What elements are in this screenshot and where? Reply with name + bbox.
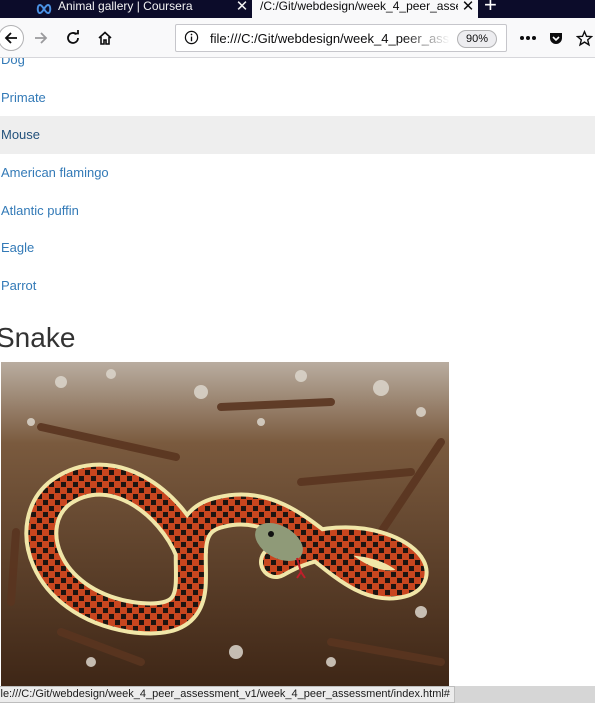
nav-item-primate[interactable]: Primate [0,79,595,117]
page-info-icon[interactable] [184,30,199,50]
page-content: Dog Primate Mouse American flamingo Atla… [0,58,595,686]
nav-item-parrot[interactable]: Parrot [0,267,595,305]
nav-item-mouse[interactable]: Mouse [0,116,595,154]
reload-button[interactable] [60,25,86,51]
url-bar[interactable]: file:///C:/Git/webdesign/week_4_peer_ass… [175,24,507,52]
navigation-toolbar: file:///C:/Git/webdesign/week_4_peer_ass… [0,18,595,58]
nav-item-atlantic-puffin[interactable]: Atlantic puffin [0,191,595,229]
page-actions-button[interactable] [515,25,541,51]
star-icon [575,29,593,46]
status-bar: file:///C:/Git/webdesign/week_4_peer_ass… [0,686,595,703]
back-arrow-icon [4,32,17,44]
tab-title: Animal gallery | Coursera [58,0,193,13]
nav-item-american-flamingo[interactable]: American flamingo [0,154,595,192]
ellipsis-icon [520,36,536,40]
back-button[interactable] [0,25,24,51]
home-icon [98,31,112,45]
tab-local-file[interactable]: /C:/Git/webdesign/week_4_peer_assessment… [252,0,478,18]
snake-photo [1,362,449,686]
tab-title: /C:/Git/webdesign/week_4_peer_assessment [260,0,458,13]
forward-button[interactable] [28,25,54,51]
nav-item-eagle[interactable]: Eagle [0,229,595,267]
close-tab-icon[interactable]: ✕ [232,0,252,15]
nav-item-dog[interactable]: Dog [0,58,595,79]
tab-animal-gallery[interactable]: Animal gallery | Coursera ✕ [28,0,252,18]
home-button[interactable] [92,25,118,51]
zoom-level-badge[interactable]: 90% [457,30,497,48]
tab-strip: Animal gallery | Coursera ✕ /C:/Git/webd… [0,0,595,18]
bookmark-star-button[interactable] [571,25,595,51]
forward-arrow-icon [35,32,48,44]
new-tab-button[interactable]: + [484,0,497,16]
animal-nav-list: Dog Primate Mouse American flamingo Atla… [0,58,595,304]
reload-icon [67,30,79,44]
coursera-infinity-icon [36,2,52,16]
section-heading: Snake [0,322,76,353]
link-preview-text: file:///C:/Git/webdesign/week_4_peer_ass… [0,686,455,703]
pocket-button[interactable] [543,25,569,51]
url-text[interactable]: file:///C:/Git/webdesign/week_4_peer_ass… [210,31,450,46]
close-tab-icon[interactable]: ✕ [458,0,478,15]
pocket-icon [550,33,562,44]
